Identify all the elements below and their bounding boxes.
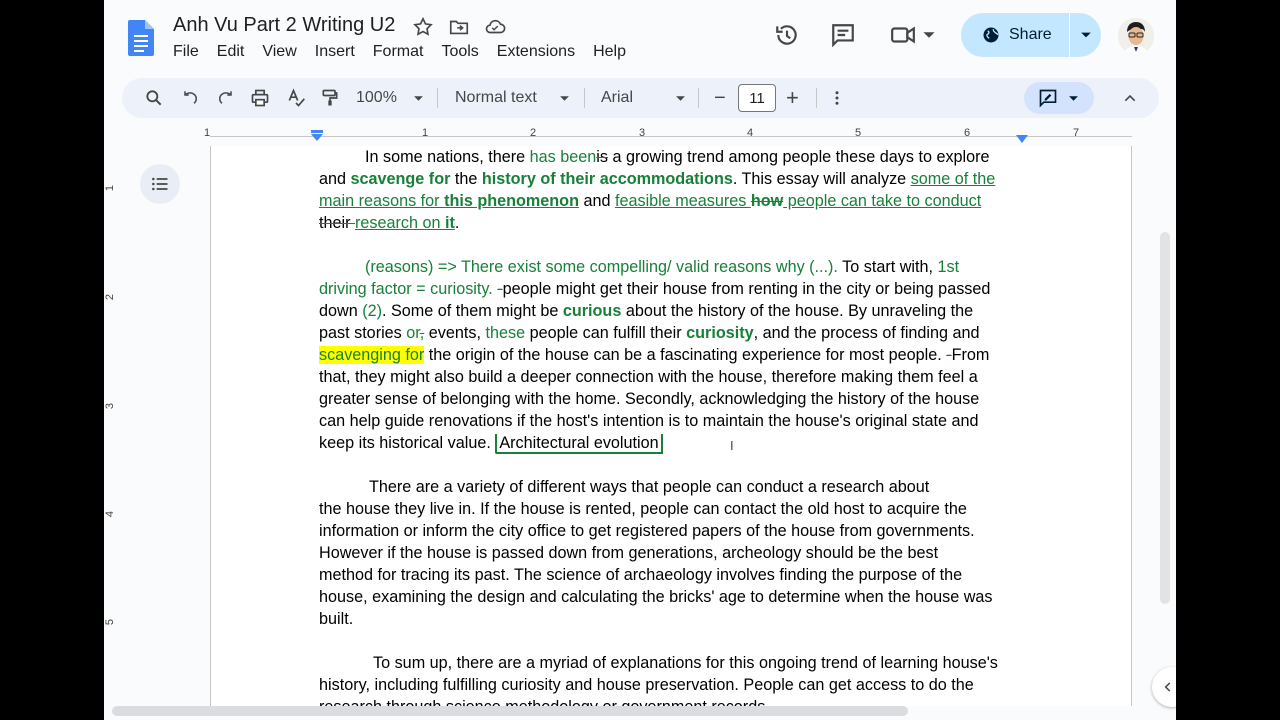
chevron-left-icon: [1164, 682, 1171, 692]
share-button[interactable]: Share: [961, 13, 1101, 57]
menu-view[interactable]: View: [262, 43, 306, 61]
menu-bar: File Edit View Insert Format Tools Exten…: [173, 43, 644, 61]
mode-dropdown-icon: [1069, 96, 1078, 101]
text-cursor-icon: I: [730, 438, 734, 453]
paint-format-icon[interactable]: [320, 86, 340, 110]
horizontal-scrollbar[interactable]: [112, 706, 908, 716]
right-indent-marker-icon[interactable]: [1015, 134, 1029, 144]
spellcheck-icon[interactable]: [286, 86, 306, 110]
increase-font-size-button[interactable]: +: [786, 85, 799, 110]
font-size-input[interactable]: 11: [738, 84, 776, 112]
menu-tools[interactable]: Tools: [441, 43, 488, 61]
paragraph-conclusion: To sum up, there are a myriad of explana…: [319, 654, 998, 706]
share-label: Share: [1009, 26, 1052, 43]
vertical-scrollbar[interactable]: [1160, 232, 1170, 604]
outline-list-icon: [152, 177, 168, 191]
suggesting-mode-icon: [1039, 89, 1057, 108]
menu-edit[interactable]: Edit: [217, 43, 255, 61]
document-title[interactable]: Anh Vu Part 2 Writing U2: [173, 14, 395, 37]
style-dropdown-icon: [559, 95, 569, 101]
search-menus-icon[interactable]: [144, 86, 164, 110]
style-value: Normal text: [455, 89, 537, 106]
ruler-number: 1: [422, 127, 429, 139]
user-avatar-icon: [1118, 18, 1154, 54]
indent-marker-icon[interactable]: [310, 130, 324, 142]
comments-icon[interactable]: [830, 22, 856, 48]
paragraph-intro: In some nations, there has beenis a grow…: [319, 148, 996, 232]
print-icon[interactable]: [250, 86, 270, 110]
zoom-dropdown-icon: [414, 95, 423, 101]
share-dropdown-icon: [1080, 32, 1091, 38]
ruler-number: 5: [104, 618, 117, 626]
undo-icon[interactable]: [182, 86, 200, 110]
highlighted-suggestion: scavenging for: [319, 346, 425, 364]
ruler-number: 1: [204, 127, 211, 139]
toolbar: 100% Normal text Arial − 11 +: [122, 78, 1159, 118]
google-docs-window: Anh Vu Part 2 Writing U2 File Edit View …: [104, 0, 1176, 720]
ruler-number: 3: [639, 127, 646, 139]
style-select[interactable]: Normal text: [455, 86, 570, 110]
globe-icon: [983, 27, 999, 43]
ruler-number: 2: [530, 127, 537, 139]
ruler-number: 7: [1073, 127, 1080, 139]
meet-dropdown-icon[interactable]: [922, 28, 936, 42]
meet-video-icon[interactable]: [890, 22, 916, 48]
redo-icon[interactable]: [216, 86, 234, 110]
star-icon[interactable]: [412, 16, 434, 38]
document-body[interactable]: In some nations, there has beenis a grow…: [319, 146, 1019, 706]
hide-menus-chevron-icon[interactable]: [1122, 86, 1138, 110]
document-outline-button[interactable]: [140, 164, 180, 204]
paragraph-reasons: (reasons) => There exist some compelling…: [319, 258, 991, 454]
ruler-number: 1: [104, 184, 117, 192]
ruler-number: 4: [747, 127, 754, 139]
ruler-number: 3: [104, 402, 117, 410]
title-icons: [412, 16, 506, 38]
font-dropdown-icon: [676, 95, 685, 101]
font-select[interactable]: Arial: [601, 86, 686, 110]
font-value: Arial: [601, 89, 634, 106]
docs-logo-icon[interactable]: [128, 20, 154, 56]
zoom-value: 100%: [356, 89, 397, 106]
menu-help[interactable]: Help: [593, 43, 636, 61]
horizontal-ruler[interactable]: 1 1 2 3 4 5 6 7: [104, 126, 1176, 146]
share-dropdown[interactable]: [1070, 29, 1101, 41]
menu-extensions[interactable]: Extensions: [497, 43, 585, 61]
ruler-number: 2: [104, 293, 117, 301]
menu-insert[interactable]: Insert: [315, 43, 365, 61]
zoom-select[interactable]: 100%: [356, 86, 424, 110]
editing-mode-button[interactable]: [1024, 82, 1094, 114]
avatar[interactable]: [1118, 18, 1154, 54]
move-folder-icon[interactable]: [448, 16, 470, 38]
ruler-number: 6: [964, 127, 971, 139]
version-history-icon[interactable]: [774, 22, 800, 48]
menu-format[interactable]: Format: [373, 43, 434, 61]
paragraph-methods: There are a variety of different ways th…: [319, 478, 993, 628]
cloud-saved-icon[interactable]: [484, 16, 506, 38]
selected-text-box[interactable]: Architectural evolution: [495, 434, 663, 454]
document-page[interactable]: In some nations, there has beenis a grow…: [210, 146, 1132, 706]
menu-file[interactable]: File: [173, 43, 209, 61]
ruler-number: 4: [104, 510, 117, 518]
ruler-number: 5: [855, 127, 862, 139]
vertical-ruler[interactable]: 1 2 3 4 5: [104, 146, 124, 706]
side-panel-toggle-button[interactable]: [1152, 667, 1176, 707]
more-options-icon[interactable]: [828, 86, 846, 110]
decrease-font-size-button[interactable]: −: [714, 86, 726, 110]
share-main[interactable]: Share: [961, 13, 1069, 57]
